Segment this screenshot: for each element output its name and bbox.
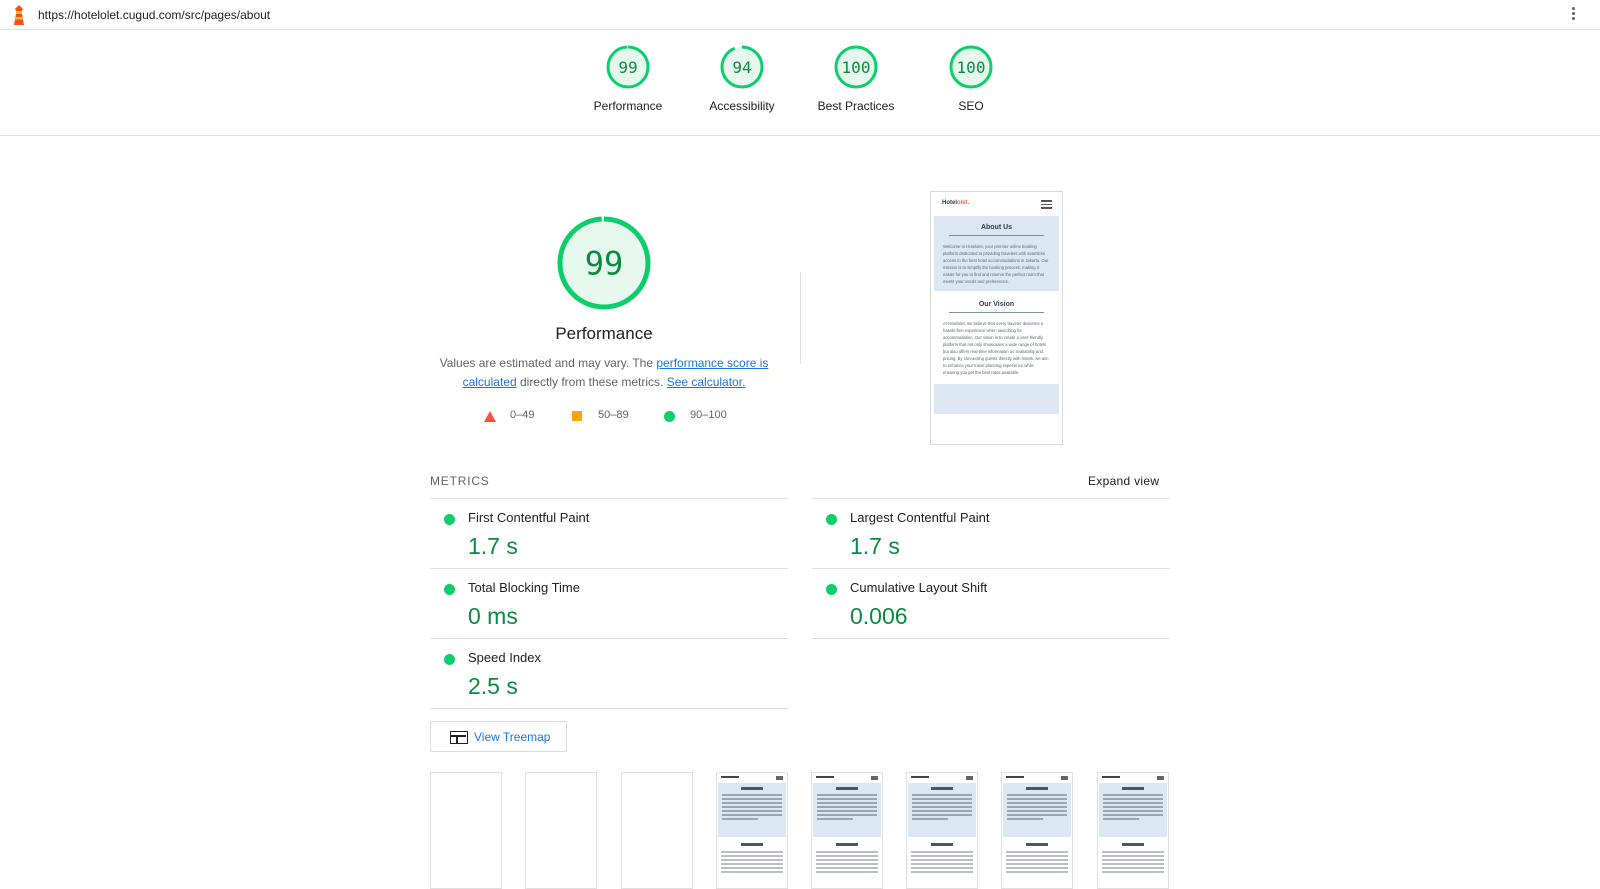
see-calculator-link[interactable]: See calculator. bbox=[667, 375, 746, 389]
gauge-score: 100 bbox=[957, 58, 986, 77]
metric-largest-contentful-paint: Largest Contentful Paint 1.7 s bbox=[812, 499, 1170, 569]
score-gauge-icon: 100 bbox=[949, 45, 993, 89]
frame-vision bbox=[812, 837, 882, 881]
gauge-score: 100 bbox=[842, 58, 871, 77]
performance-description: Values are estimated and may vary. The p… bbox=[439, 356, 769, 389]
score-accessibility[interactable]: 94 Accessibility bbox=[687, 44, 797, 113]
filmstrip-frame bbox=[1097, 772, 1169, 889]
frame-about bbox=[813, 783, 881, 837]
pass-circle-icon bbox=[826, 584, 837, 595]
square-icon bbox=[572, 411, 582, 421]
pass-circle-icon bbox=[444, 584, 455, 595]
more-options-icon[interactable] bbox=[1570, 7, 1576, 23]
performance-gauge: 99 bbox=[557, 216, 651, 310]
expand-view-toggle[interactable]: Expand view bbox=[1088, 474, 1159, 488]
screenshot-about-section: About Us Welcome to Hotelolet, your prem… bbox=[934, 216, 1059, 291]
score-seo[interactable]: 100 SEO bbox=[916, 44, 1026, 113]
score-label: Accessibility bbox=[709, 99, 775, 113]
filmstrip-frame bbox=[430, 772, 502, 889]
filmstrip-frame bbox=[1001, 772, 1073, 889]
gauge-score: 99 bbox=[585, 245, 624, 283]
circle-icon bbox=[664, 411, 675, 422]
screenshot-header: Hotelolet. bbox=[931, 192, 1062, 216]
metric-first-contentful-paint: First Contentful Paint 1.7 s bbox=[430, 499, 788, 569]
frame-about bbox=[908, 783, 976, 837]
metric-speed-index: Speed Index 2.5 s bbox=[430, 639, 788, 709]
metrics-divider bbox=[812, 638, 1170, 639]
pass-circle-icon bbox=[444, 654, 455, 665]
final-screenshot[interactable]: Hotelolet. About Us Welcome to Hotelolet… bbox=[930, 191, 1063, 445]
score-label: Best Practices bbox=[817, 99, 895, 113]
frame-header bbox=[812, 773, 882, 783]
page-url[interactable]: https://hotelolet.cugud.com/src/pages/ab… bbox=[38, 8, 270, 22]
score-label: SEO bbox=[958, 99, 984, 113]
frame-about bbox=[1003, 783, 1071, 837]
frame-vision bbox=[1002, 837, 1072, 881]
frame-header bbox=[907, 773, 977, 783]
frame-vision bbox=[717, 837, 787, 881]
gauge-score: 94 bbox=[732, 58, 751, 77]
score-label: Performance bbox=[593, 99, 663, 113]
score-performance[interactable]: 99 Performance bbox=[573, 44, 683, 113]
metrics-header: METRICS bbox=[430, 474, 490, 488]
frame-vision bbox=[1098, 837, 1168, 881]
hamburger-icon bbox=[1041, 200, 1052, 211]
screenshot-brand: Hotelolet. bbox=[942, 200, 970, 206]
triangle-icon bbox=[484, 411, 496, 422]
metric-total-blocking-time: Total Blocking Time 0 ms bbox=[430, 569, 788, 639]
frame-about bbox=[718, 783, 786, 837]
frame-header bbox=[1098, 773, 1168, 783]
metric-cumulative-layout-shift: Cumulative Layout Shift 0.006 bbox=[812, 569, 1170, 639]
lighthouse-logo-icon bbox=[14, 5, 24, 25]
frame-vision bbox=[907, 837, 977, 881]
view-treemap-button[interactable]: View Treemap bbox=[430, 721, 567, 752]
filmstrip-frame bbox=[525, 772, 597, 889]
filmstrip-frame bbox=[716, 772, 788, 889]
pass-circle-icon bbox=[826, 514, 837, 525]
scores-header: 99 Performance 94 Accessibility 100 Best Pr… bbox=[0, 30, 1600, 136]
frame-header bbox=[717, 773, 787, 783]
screenshot-footer bbox=[934, 384, 1059, 414]
url-bar: https://hotelolet.cugud.com/src/pages/ab… bbox=[0, 0, 1600, 30]
frame-header bbox=[1002, 773, 1072, 783]
frame-about bbox=[1099, 783, 1167, 837]
filmstrip-frame bbox=[621, 772, 693, 889]
score-gauge-icon: 100 bbox=[834, 45, 878, 89]
score-best-practices[interactable]: 100 Best Practices bbox=[801, 44, 911, 113]
treemap-icon bbox=[450, 731, 468, 744]
score-gauge-icon: 99 bbox=[606, 45, 650, 89]
divider bbox=[800, 272, 801, 364]
gauge-score: 99 bbox=[618, 58, 637, 77]
screenshot-vision-section: Our Vision At Hotelolet, we believe that… bbox=[934, 291, 1059, 382]
metrics-divider bbox=[430, 708, 788, 709]
filmstrip-frame bbox=[906, 772, 978, 889]
performance-title: Performance bbox=[555, 324, 653, 343]
filmstrip-frame bbox=[811, 772, 883, 889]
pass-circle-icon bbox=[444, 514, 455, 525]
score-gauge-icon: 94 bbox=[720, 45, 764, 89]
